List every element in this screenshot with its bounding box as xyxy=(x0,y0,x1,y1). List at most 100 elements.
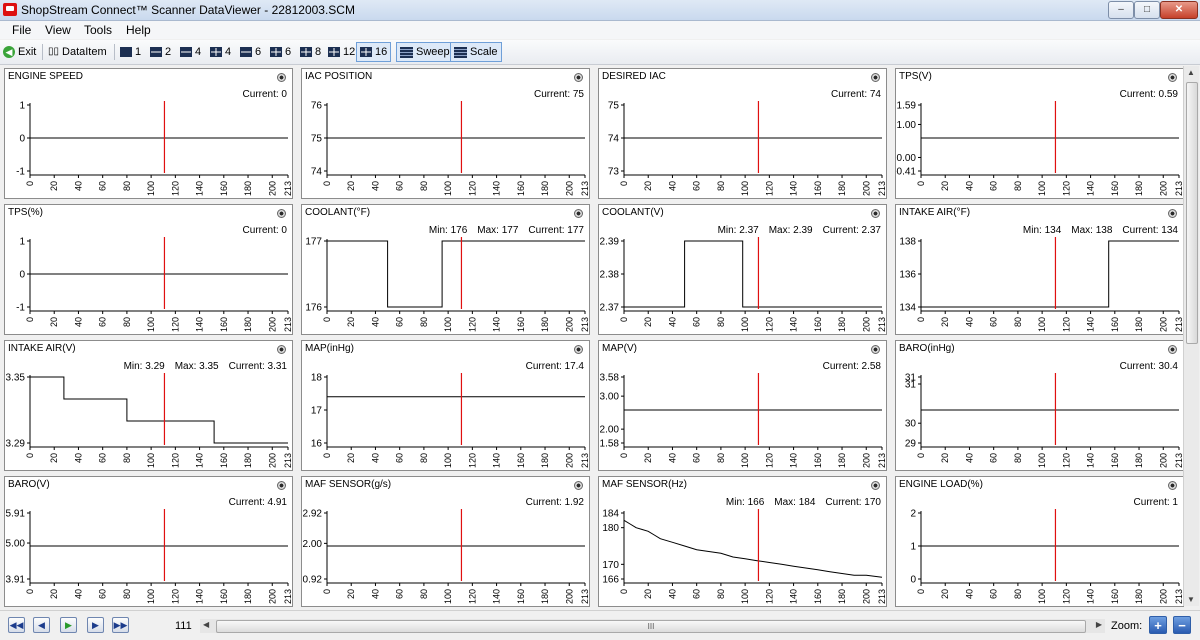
chart-panel[interactable]: ENGINE SPEED Current: 0 1 0 -1 0 20 40 60 80 100 12… xyxy=(4,68,293,199)
chart-panel[interactable]: TPS(%) Current: 0 1 0 -1 0 20 40 60 80 100 120 140 16… xyxy=(4,204,293,335)
x-tick-label: 60 xyxy=(989,453,999,463)
chart-panel[interactable]: MAP(inHg) Current: 17.4 18 17 16 0 20 40 60 80 100… xyxy=(301,340,590,471)
chart-plot: 2.39 2.38 2.37 0 20 40 60 80 100 120 140 160 180 200 2… xyxy=(600,237,886,333)
x-tick-label: 80 xyxy=(716,181,726,191)
last-frame-button[interactable]: ▶▶ xyxy=(112,617,129,633)
step-forward-button[interactable]: ▶ xyxy=(87,617,104,633)
menu-help[interactable]: Help xyxy=(126,23,151,37)
chart-panel[interactable]: MAF SENSOR(Hz) Min: 166 Max: 184 Current: 1… xyxy=(598,476,887,607)
y-tick-label: 75 xyxy=(608,101,620,112)
x-tick-label: 200 xyxy=(1158,317,1168,332)
chart-panel[interactable]: COOLANT(°F) Min: 176 Max: 177 Current: 177 1… xyxy=(301,204,590,335)
x-tick-label: 40 xyxy=(370,181,380,191)
scroll-right-icon[interactable]: ▶ xyxy=(1096,620,1102,629)
scroll-down-icon[interactable]: ▼ xyxy=(1187,595,1195,604)
zoom-in-button[interactable]: + xyxy=(1149,616,1167,634)
chart-panel[interactable]: INTAKE AIR(V) Min: 3.29 Max: 3.35 Current: … xyxy=(4,340,293,471)
layout-16-button[interactable]: 16 xyxy=(356,42,392,62)
chart-panel[interactable]: DESIRED IAC Current: 74 75 74 73 0 20 40 60 80 100… xyxy=(598,68,887,199)
close-button[interactable]: ✕ xyxy=(1160,1,1198,19)
x-tick-label: 40 xyxy=(667,453,677,463)
x-tick-label: 213 xyxy=(283,317,293,332)
x-tick-label: 60 xyxy=(395,453,405,463)
sweep-button[interactable]: Sweep xyxy=(396,42,454,62)
app-icon xyxy=(3,3,17,16)
layout-4-rows-button[interactable]: 4 xyxy=(180,43,201,60)
play-button[interactable]: ▶ xyxy=(60,617,77,633)
x-tick-label: 213 xyxy=(580,317,590,332)
scroll-left-icon[interactable]: ◀ xyxy=(203,620,209,629)
y-tick-label: 180 xyxy=(602,523,619,534)
x-tick-label: 80 xyxy=(419,453,429,463)
x-tick-label: 180 xyxy=(243,589,253,604)
vertical-scrollbar[interactable]: ▲ ▼ xyxy=(1183,66,1199,606)
step-back-button[interactable]: ◀ xyxy=(33,617,50,633)
y-tick-label: 0 xyxy=(19,134,25,145)
chart-panel[interactable]: TPS(V)Current: 0.591.591.000.00-0.410204… xyxy=(895,68,1184,199)
chart-panel[interactable]: BARO(V) Current: 4.91 5.91 5.00 3.91 0 20 40 60 8… xyxy=(4,476,293,607)
layout-2-button[interactable]: 2 xyxy=(150,43,171,60)
dataitem-button[interactable]: ▯▯ DataItem xyxy=(48,43,107,60)
x-tick-label: 80 xyxy=(716,453,726,463)
x-tick-label: 180 xyxy=(837,453,847,468)
x-tick-label: 0 xyxy=(322,453,332,458)
chart-panel[interactable]: INTAKE AIR(°F) Min: 134 Max: 138 Current: 1… xyxy=(895,204,1184,335)
layout-4-grid-button[interactable]: 4 xyxy=(210,43,231,60)
x-tick-label: 140 xyxy=(789,453,799,468)
menu-tools[interactable]: Tools xyxy=(84,23,112,37)
zoom-out-button[interactable]: − xyxy=(1173,616,1191,634)
layout-1-button[interactable]: 1 xyxy=(120,43,141,60)
x-tick-label: 200 xyxy=(267,317,277,332)
y-tick-label: 3.29 xyxy=(6,439,26,450)
vertical-scroll-thumb[interactable] xyxy=(1186,82,1198,344)
x-tick-label: 140 xyxy=(195,589,205,604)
x-tick-label: 200 xyxy=(1158,453,1168,468)
layout-8-button[interactable]: 8 xyxy=(300,43,321,60)
x-tick-label: 140 xyxy=(492,453,502,468)
layout-12-button[interactable]: 12 xyxy=(328,43,355,60)
chart-panel[interactable]: BARO(inHg) Current: 30.4 31 31 30 29 0 20 40 60 80… xyxy=(895,340,1184,471)
series-line xyxy=(30,376,288,444)
x-tick-label: 100 xyxy=(443,589,453,604)
timeline-scroll-thumb[interactable]: III xyxy=(216,620,1086,633)
x-tick-label: 20 xyxy=(940,589,950,599)
layout-6-rows-button[interactable]: 6 xyxy=(240,43,261,60)
x-tick-label: 0 xyxy=(916,181,926,186)
timeline-scrollbar[interactable]: ◀ III ▶ xyxy=(200,619,1105,633)
first-frame-button[interactable]: ◀◀ xyxy=(8,617,25,633)
menu-view[interactable]: View xyxy=(45,23,71,37)
x-tick-label: 100 xyxy=(1037,589,1047,604)
layout-6-grid-button[interactable]: 6 xyxy=(270,43,291,60)
scale-button[interactable]: Scale xyxy=(450,42,502,62)
x-tick-label: 60 xyxy=(395,589,405,599)
x-tick-label: 40 xyxy=(73,589,83,599)
menu-file[interactable]: File xyxy=(12,23,31,37)
chart-panel[interactable]: MAP(V) Current: 2.58 3.58 3.00 2.00 1.58 0 20 40… xyxy=(598,340,887,471)
x-tick-label: 80 xyxy=(419,589,429,599)
x-tick-label: 160 xyxy=(1110,453,1120,468)
scroll-up-icon[interactable]: ▲ xyxy=(1187,68,1195,77)
chart-panel[interactable]: COOLANT(V) Min: 2.37 Max: 2.39 Current: 2.3… xyxy=(598,204,887,335)
x-tick-label: 60 xyxy=(989,181,999,191)
x-tick-label: 100 xyxy=(146,181,156,196)
x-tick-label: 0 xyxy=(916,453,926,458)
restore-button[interactable]: □ xyxy=(1134,1,1160,19)
x-tick-label: 20 xyxy=(940,181,950,191)
chart-panel[interactable]: MAF SENSOR(g/s) Current: 1.92 2.92 2.00 0.92… xyxy=(301,476,590,607)
minimize-button[interactable]: – xyxy=(1108,1,1134,19)
x-tick-label: 120 xyxy=(1061,589,1071,604)
layout-sixteen-icon xyxy=(360,47,372,57)
x-tick-label: 60 xyxy=(989,317,999,327)
chart-panel[interactable]: ENGINE LOAD(%) Current: 1 2 1 0 0 20 40 60 80 100 1… xyxy=(895,476,1184,607)
zoom-out-icon: − xyxy=(1178,618,1186,633)
sweep-icon xyxy=(400,46,413,58)
exit-button[interactable]: ◀ Exit xyxy=(3,43,36,60)
x-tick-label: 120 xyxy=(1061,317,1071,332)
zoom-label: Zoom: xyxy=(1111,620,1143,632)
step-back-icon: ◀ xyxy=(38,620,45,630)
chart-panel[interactable]: IAC POSITION Current: 75 76 75 74 0 20 40 60 80 10… xyxy=(301,68,590,199)
frame-number: 111 xyxy=(175,620,192,632)
x-tick-label: 180 xyxy=(1134,181,1144,196)
y-tick-label: 177 xyxy=(305,237,322,248)
x-tick-label: 180 xyxy=(1134,317,1144,332)
